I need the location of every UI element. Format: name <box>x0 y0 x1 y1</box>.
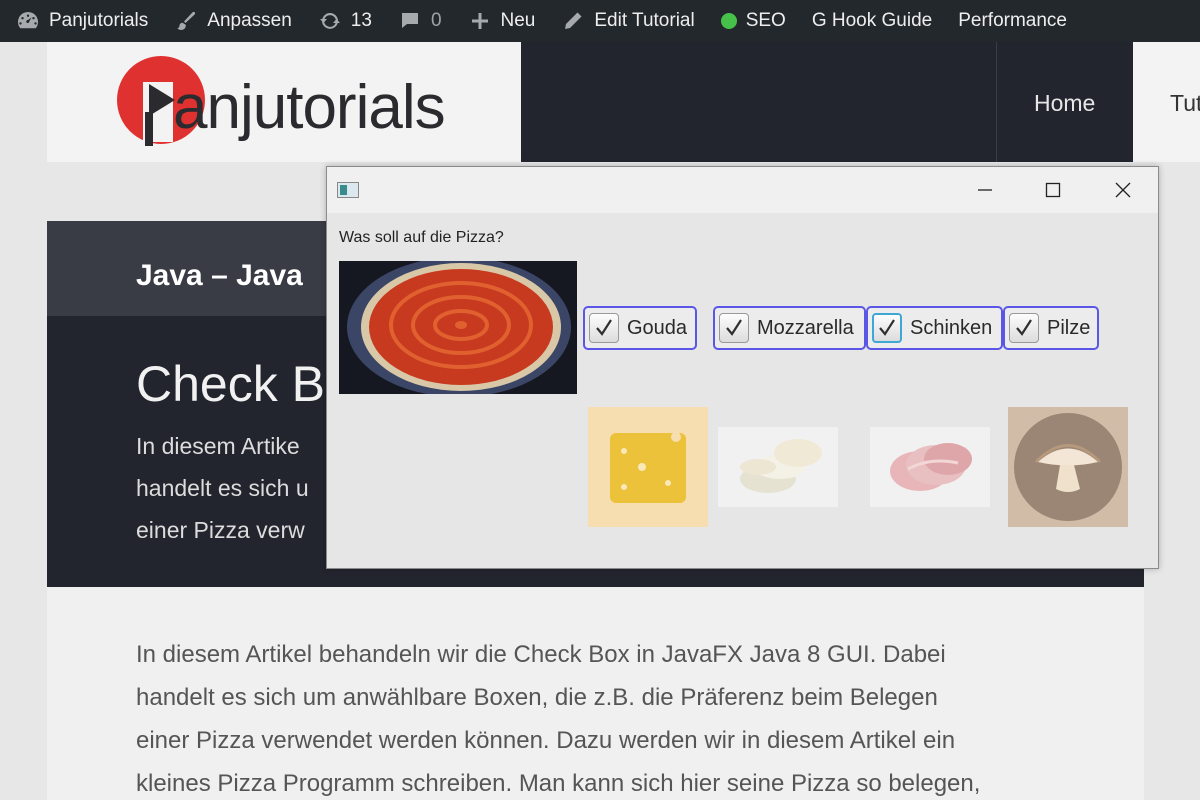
checkbox-box[interactable] <box>1009 313 1039 343</box>
gouda-image <box>588 407 708 527</box>
nav-active-item: Tut <box>1133 42 1200 162</box>
breadcrumb-category[interactable]: Java – Java <box>136 259 303 293</box>
site-logo[interactable]: anjutorials <box>47 42 521 162</box>
minimize-icon <box>978 189 992 191</box>
comment-icon <box>401 13 418 28</box>
checkbox-pilze[interactable]: Pilze <box>1003 306 1099 350</box>
admin-bar-site[interactable]: Panjutorials <box>0 0 161 42</box>
paragraph-line: einer Pizza verwendet werden können. Daz… <box>136 727 956 754</box>
checkbox-label: Mozzarella <box>757 316 854 339</box>
hero-excerpt-line: handelt es sich u <box>136 475 309 501</box>
ham-image <box>870 427 990 507</box>
mozzarella-image <box>718 427 838 507</box>
site-name: Panjutorials <box>49 10 149 31</box>
javafx-window[interactable]: Was soll auf die Pizza? Gouda Mozzarella… <box>326 166 1159 569</box>
edit-label: Edit Tutorial <box>594 10 695 31</box>
hero-excerpt-line: In diesem Artike <box>136 433 300 459</box>
page-title: Check B <box>136 356 325 412</box>
paragraph-line: kleines Pizza Programm schreiben. Man ka… <box>136 770 981 797</box>
nav-home-link[interactable]: Home <box>1034 90 1095 117</box>
mushroom-image <box>1008 407 1128 527</box>
seo-status-icon <box>720 13 737 29</box>
checkbox-mozzarella[interactable]: Mozzarella <box>713 306 866 350</box>
plus-icon <box>471 13 488 29</box>
checkbox-label: Pilze <box>1047 316 1091 339</box>
checkbox-box[interactable] <box>872 313 902 343</box>
window-titlebar[interactable] <box>327 167 1158 213</box>
performance-label: Performance <box>958 10 1068 31</box>
nav-tutorials-link[interactable]: Tut <box>1170 90 1200 117</box>
checkbox-box[interactable] <box>719 313 749 343</box>
close-icon <box>1115 182 1131 198</box>
checkbox-label: Gouda <box>627 316 688 339</box>
updates-icon <box>319 13 340 29</box>
brush-icon <box>177 11 196 31</box>
pencil-icon <box>565 12 582 29</box>
checkbox-gouda[interactable]: Gouda <box>583 306 697 350</box>
nav-divider <box>996 42 997 162</box>
article-body: In diesem Artikel behandeln wir die Chec… <box>47 587 1144 800</box>
paragraph-line: handelt es sich um anwählbare Boxen, die… <box>136 684 938 711</box>
admin-bar-customize[interactable]: Anpassen <box>161 0 305 42</box>
checkbox-box[interactable] <box>589 313 619 343</box>
dashboard-icon <box>18 12 38 29</box>
checkmark-icon <box>879 319 895 336</box>
hero-excerpt-line: einer Pizza verw <box>136 517 305 543</box>
pizza-question-label: Was soll auf die Pizza? <box>339 229 504 246</box>
updates-count: 13 <box>350 10 372 31</box>
admin-bar-hook-guide[interactable]: G Hook Guide <box>799 0 945 42</box>
checkmark-icon <box>726 319 742 336</box>
maximize-button[interactable] <box>1018 167 1088 213</box>
maximize-icon <box>1045 182 1061 198</box>
admin-bar-performance[interactable]: Performance <box>945 0 1080 42</box>
hook-guide-label: G Hook Guide <box>811 10 933 31</box>
new-label: Neu <box>500 10 536 31</box>
logo-text: anjutorials <box>173 73 446 142</box>
close-button[interactable] <box>1088 167 1158 213</box>
comments-count: 0 <box>430 10 442 31</box>
seo-label: SEO <box>745 10 786 31</box>
admin-bar-seo[interactable]: SEO <box>708 0 799 42</box>
admin-bar-updates[interactable]: 13 <box>305 0 385 42</box>
pizza-image <box>339 261 577 394</box>
app-window-icon <box>337 182 359 198</box>
paragraph-line: In diesem Artikel behandeln wir die Chec… <box>136 641 946 668</box>
article-paragraph: In diesem Artikel behandeln wir die Chec… <box>136 633 1116 800</box>
admin-bar-edit[interactable]: Edit Tutorial <box>548 0 707 42</box>
checkmark-icon <box>596 319 612 336</box>
admin-bar: Panjutorials Anpassen 13 0 Neu Edit Tuto… <box>0 0 1200 42</box>
minimize-button[interactable] <box>950 167 1020 213</box>
checkbox-schinken[interactable]: Schinken <box>866 306 1003 350</box>
checkbox-label: Schinken <box>910 316 993 339</box>
checkmark-icon <box>1016 319 1032 336</box>
customize-label: Anpassen <box>207 10 292 31</box>
site-header: anjutorials Home Tut <box>0 42 1200 162</box>
admin-bar-new[interactable]: Neu <box>455 0 549 42</box>
admin-bar-comments[interactable]: 0 <box>385 0 455 42</box>
